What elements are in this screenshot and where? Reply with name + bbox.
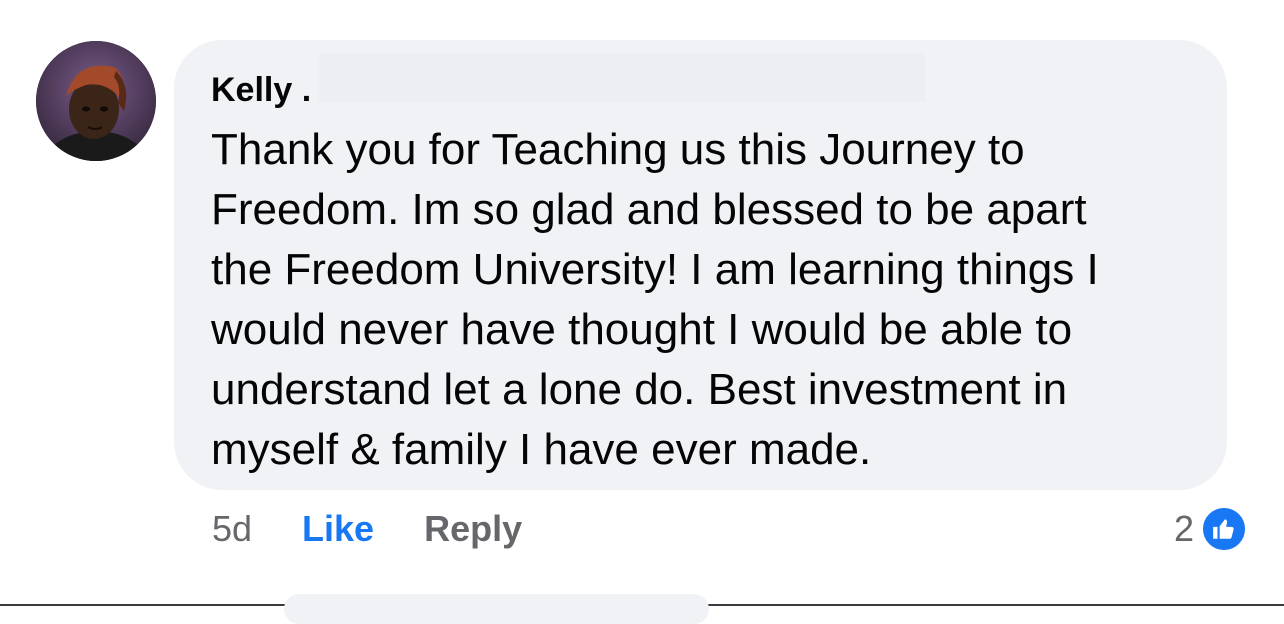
comment-timestamp[interactable]: 5d — [212, 508, 252, 550]
reply-button[interactable]: Reply — [424, 508, 522, 550]
reaction-summary[interactable]: 2 — [1174, 504, 1248, 554]
comment-text: Thank you for Teaching us this Journey t… — [211, 125, 1099, 474]
reaction-count: 2 — [1173, 508, 1194, 549]
thumbs-up-icon — [1200, 505, 1248, 553]
comment-actions: 5d Like Reply — [212, 504, 522, 554]
comment-bubble: Kelly . Thank you for Teaching us this J… — [174, 40, 1227, 490]
comment-author[interactable]: Kelly . — [211, 68, 311, 112]
like-button[interactable]: Like — [302, 508, 374, 550]
redaction-bar — [319, 53, 925, 102]
next-comment-bubble — [284, 594, 709, 624]
avatar[interactable] — [36, 41, 156, 161]
